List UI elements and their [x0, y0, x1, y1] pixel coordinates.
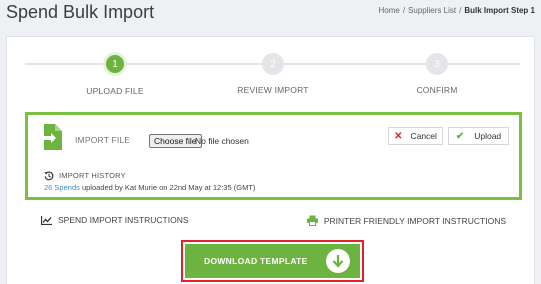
page-title: Spend Bulk Import [6, 2, 155, 22]
upload-button[interactable]: ✔ Upload [448, 127, 509, 145]
history-icon [44, 171, 54, 181]
step-confirm: 3 CONFIRM [377, 53, 497, 95]
step-number-badge: 1 [103, 52, 127, 76]
printer-friendly-instructions-link[interactable]: PRINTER FRIENDLY IMPORT INSTRUCTIONS [306, 215, 506, 226]
import-history-title: IMPORT HISTORY [59, 171, 126, 180]
download-template-button[interactable]: DOWNLOAD TEMPLATE [185, 244, 360, 278]
import-file-label: IMPORT FILE [75, 135, 131, 145]
step-label: CONFIRM [416, 85, 458, 95]
spend-import-instructions-link[interactable]: SPEND IMPORT INSTRUCTIONS [41, 215, 189, 225]
step-label: UPLOAD FILE [86, 86, 144, 96]
history-detail: uploaded by Kat Murie on 22nd May at 12:… [81, 183, 256, 192]
checkmark-icon: ✔ [455, 130, 465, 142]
breadcrumb-suppliers-list[interactable]: Suppliers List [408, 6, 456, 15]
cancel-button[interactable]: ✕ Cancel [388, 127, 443, 145]
line-chart-icon [41, 215, 52, 225]
cancel-button-label: Cancel [410, 131, 437, 141]
breadcrumb: Home / Suppliers List / Bulk Import Step… [378, 6, 535, 15]
file-import-icon [42, 124, 62, 150]
import-card: 1 UPLOAD FILE 2 REVIEW IMPORT 3 CONFIRM … [6, 36, 535, 284]
download-icon [326, 249, 350, 273]
step-review-import: 2 REVIEW IMPORT [213, 53, 333, 95]
breadcrumb-separator: / [459, 6, 462, 15]
step-number-badge: 3 [426, 53, 448, 75]
page-header: Spend Bulk Import Home / Suppliers List … [0, 0, 541, 30]
download-template-label: DOWNLOAD TEMPLATE [204, 256, 308, 266]
history-spends-link[interactable]: 26 Spends [44, 183, 80, 192]
step-number-badge: 2 [262, 53, 284, 75]
step-upload-file: 1 UPLOAD FILE [55, 52, 175, 96]
printer-icon [306, 215, 318, 226]
import-history-entry: 26 Spends uploaded by Kat Murie on 22nd … [44, 183, 255, 192]
file-status-text: No file chosen [195, 136, 249, 146]
instructions-label: SPEND IMPORT INSTRUCTIONS [58, 215, 189, 225]
close-icon: ✕ [394, 130, 403, 142]
step-indicator: 1 UPLOAD FILE 2 REVIEW IMPORT 3 CONFIRM [25, 49, 520, 109]
breadcrumb-separator: / [402, 6, 406, 15]
upload-button-label: Upload [474, 131, 502, 141]
breadcrumb-home[interactable]: Home [378, 6, 399, 15]
import-file-panel: IMPORT FILE Choose file No file chosen ✕… [25, 112, 522, 200]
step-label: REVIEW IMPORT [237, 85, 309, 95]
breadcrumb-current: Bulk Import Step 1 [464, 6, 535, 15]
choose-file-button[interactable]: Choose file [149, 134, 202, 148]
printer-label: PRINTER FRIENDLY IMPORT INSTRUCTIONS [323, 215, 506, 226]
